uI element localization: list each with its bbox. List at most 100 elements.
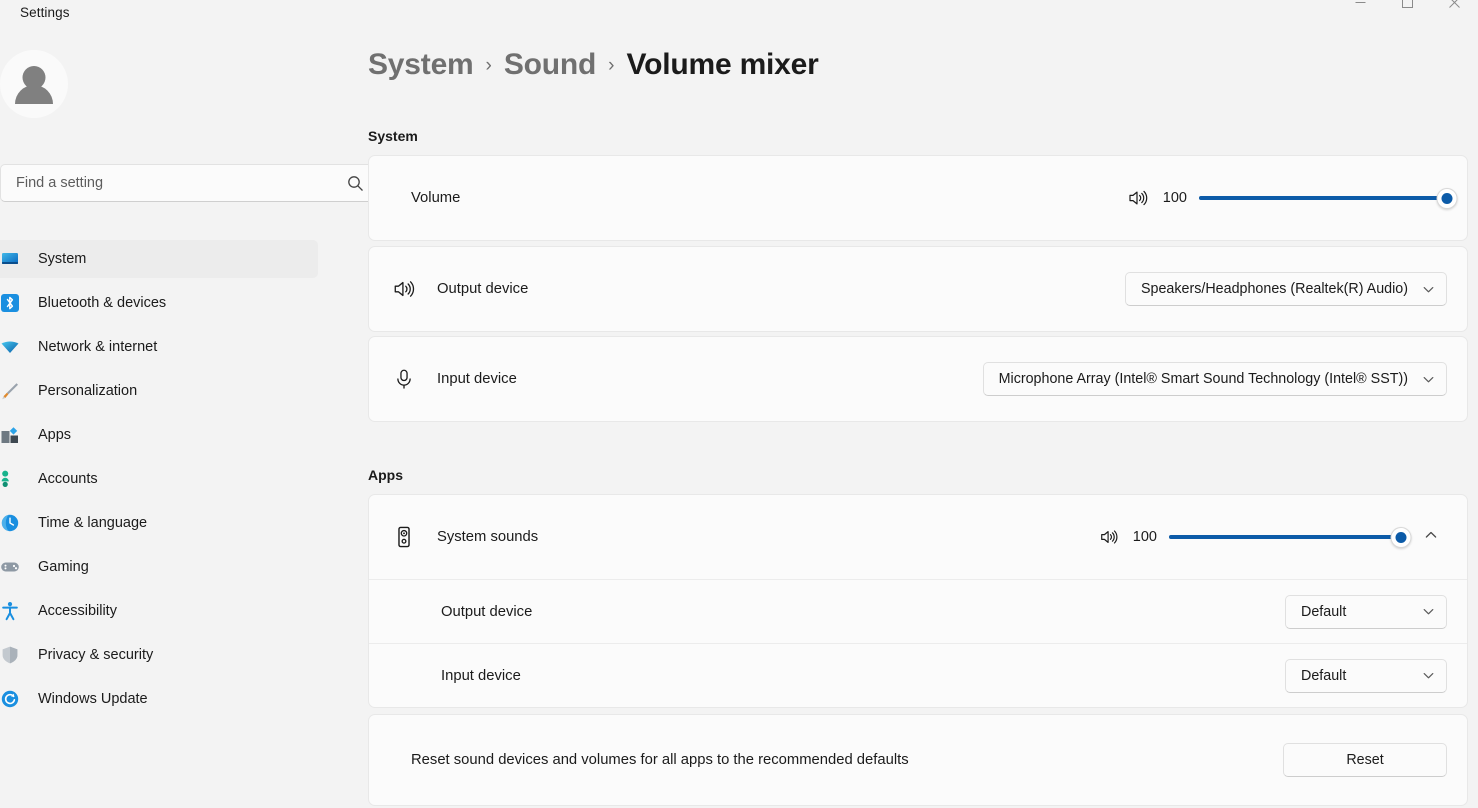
input-device-label: Input device bbox=[437, 371, 517, 387]
minimize-button[interactable] bbox=[1337, 0, 1384, 18]
maximize-button[interactable] bbox=[1384, 0, 1431, 18]
output-device-dropdown[interactable]: Speakers/Headphones (Realtek(R) Audio) bbox=[1125, 272, 1447, 306]
accounts-icon bbox=[0, 469, 20, 489]
search-box[interactable] bbox=[0, 164, 380, 202]
sidebar-item-label: System bbox=[38, 251, 86, 267]
gamepad-icon bbox=[0, 557, 20, 577]
system-sounds-input-dropdown[interactable]: Default bbox=[1285, 659, 1447, 693]
sidebar-item-system[interactable]: System bbox=[0, 240, 318, 278]
chevron-down-icon bbox=[1422, 669, 1435, 682]
reset-description: Reset sound devices and volumes for all … bbox=[411, 752, 909, 768]
system-sounds-output-row[interactable]: Output device Default bbox=[369, 579, 1467, 643]
reset-button[interactable]: Reset bbox=[1283, 743, 1447, 777]
sidebar-item-apps[interactable]: Apps bbox=[0, 416, 318, 454]
system-sounds-value: 100 bbox=[1131, 529, 1157, 545]
close-button[interactable] bbox=[1431, 0, 1478, 18]
system-sounds-input-label: Input device bbox=[441, 668, 521, 684]
system-card: Volume 100 bbox=[368, 155, 1468, 241]
clock-globe-icon bbox=[0, 513, 20, 533]
sidebar-item-network-internet[interactable]: Network & internet bbox=[0, 328, 318, 366]
system-sounds-input-value: Default bbox=[1301, 668, 1346, 684]
sidebar-item-accounts[interactable]: Accounts bbox=[0, 460, 318, 498]
chevron-down-icon bbox=[1422, 605, 1435, 618]
system-sounds-input-row[interactable]: Input device Default bbox=[369, 643, 1467, 707]
sidebar-item-label: Time & language bbox=[38, 515, 147, 531]
sidebar-item-bluetooth-devices[interactable]: Bluetooth & devices bbox=[0, 284, 318, 322]
breadcrumb: System › Sound › Volume mixer bbox=[368, 48, 819, 82]
system-sounds-row[interactable]: System sounds 100 bbox=[369, 495, 1467, 579]
sidebar: System Bluetooth & devices bbox=[0, 32, 328, 808]
output-device-label: Output device bbox=[437, 281, 528, 297]
window-controls bbox=[1337, 0, 1478, 18]
content-pane: System › Sound › Volume mixer System Vol… bbox=[328, 32, 1478, 808]
page-title: Volume mixer bbox=[627, 48, 819, 82]
slider-fill bbox=[1169, 535, 1401, 539]
input-device-card: Input device Microphone Array (Intel® Sm… bbox=[368, 336, 1468, 422]
sidebar-item-label: Privacy & security bbox=[38, 647, 153, 663]
sidebar-item-label: Network & internet bbox=[38, 339, 157, 355]
sidebar-item-label: Gaming bbox=[38, 559, 89, 575]
sidebar-item-label: Apps bbox=[38, 427, 71, 443]
sidebar-item-gaming[interactable]: Gaming bbox=[0, 548, 318, 586]
sidebar-item-label: Accounts bbox=[38, 471, 98, 487]
input-device-value: Microphone Array (Intel® Smart Sound Tec… bbox=[999, 371, 1408, 387]
sidebar-nav: System Bluetooth & devices bbox=[0, 234, 328, 724]
slider-thumb[interactable] bbox=[1437, 188, 1458, 209]
sidebar-item-time-language[interactable]: Time & language bbox=[0, 504, 318, 542]
breadcrumb-separator: › bbox=[486, 55, 492, 77]
sidebar-item-personalization[interactable]: Personalization bbox=[0, 372, 318, 410]
apps-icon bbox=[0, 425, 20, 445]
system-sounds-slider-group: 100 bbox=[1099, 526, 1401, 548]
input-device-dropdown[interactable]: Microphone Array (Intel® Smart Sound Tec… bbox=[983, 362, 1447, 396]
close-icon bbox=[1449, 0, 1460, 8]
system-sounds-label: System sounds bbox=[437, 529, 538, 545]
breadcrumb-separator: › bbox=[608, 55, 614, 77]
volume-label: Volume bbox=[411, 190, 460, 206]
settings-window: Settings bbox=[0, 0, 1478, 808]
speaker-wave-icon bbox=[1127, 187, 1149, 209]
accessibility-icon bbox=[0, 601, 20, 621]
reset-card: Reset sound devices and volumes for all … bbox=[368, 714, 1468, 806]
system-sounds-output-label: Output device bbox=[441, 604, 532, 620]
shield-icon bbox=[0, 645, 20, 665]
volume-slider[interactable] bbox=[1199, 187, 1447, 209]
paintbrush-icon bbox=[0, 381, 20, 401]
bluetooth-icon bbox=[0, 293, 20, 313]
chevron-down-icon bbox=[1422, 373, 1435, 386]
reset-row: Reset sound devices and volumes for all … bbox=[369, 715, 1467, 805]
breadcrumb-system[interactable]: System bbox=[368, 48, 474, 82]
volume-row: Volume 100 bbox=[369, 156, 1467, 240]
system-sounds-expander-button[interactable] bbox=[1415, 521, 1447, 553]
sidebar-item-label: Windows Update bbox=[38, 691, 148, 707]
system-icon bbox=[0, 249, 20, 269]
section-label-system: System bbox=[368, 128, 418, 144]
volume-value: 100 bbox=[1161, 190, 1187, 206]
input-device-row[interactable]: Input device Microphone Array (Intel® Sm… bbox=[369, 337, 1467, 421]
avatar[interactable] bbox=[0, 50, 68, 118]
sidebar-item-windows-update[interactable]: Windows Update bbox=[0, 680, 318, 718]
sidebar-item-label: Personalization bbox=[38, 383, 137, 399]
account-block[interactable] bbox=[0, 50, 68, 118]
network-icon bbox=[0, 337, 20, 357]
search-input[interactable] bbox=[16, 175, 347, 191]
breadcrumb-sound[interactable]: Sound bbox=[504, 48, 596, 82]
speaker-wave-icon bbox=[1099, 527, 1119, 547]
maximize-icon bbox=[1402, 0, 1413, 8]
system-sounds-output-dropdown[interactable]: Default bbox=[1285, 595, 1447, 629]
output-device-value: Speakers/Headphones (Realtek(R) Audio) bbox=[1141, 281, 1408, 297]
sidebar-item-accessibility[interactable]: Accessibility bbox=[0, 592, 318, 630]
system-sounds-slider[interactable] bbox=[1169, 526, 1401, 548]
speaker-box-icon bbox=[391, 524, 417, 550]
system-sounds-output-value: Default bbox=[1301, 604, 1346, 620]
sidebar-item-privacy-security[interactable]: Privacy & security bbox=[0, 636, 318, 674]
minimize-icon bbox=[1355, 0, 1366, 8]
sidebar-item-label: Bluetooth & devices bbox=[38, 295, 166, 311]
volume-slider-group: 100 bbox=[1127, 187, 1447, 209]
output-device-card: Output device Speakers/Headphones (Realt… bbox=[368, 246, 1468, 332]
slider-fill bbox=[1199, 196, 1447, 200]
output-device-row[interactable]: Output device Speakers/Headphones (Realt… bbox=[369, 247, 1467, 331]
title-bar: Settings bbox=[0, 0, 1478, 32]
slider-thumb[interactable] bbox=[1391, 527, 1412, 548]
window-title: Settings bbox=[20, 5, 70, 20]
chevron-up-icon bbox=[1424, 528, 1438, 547]
